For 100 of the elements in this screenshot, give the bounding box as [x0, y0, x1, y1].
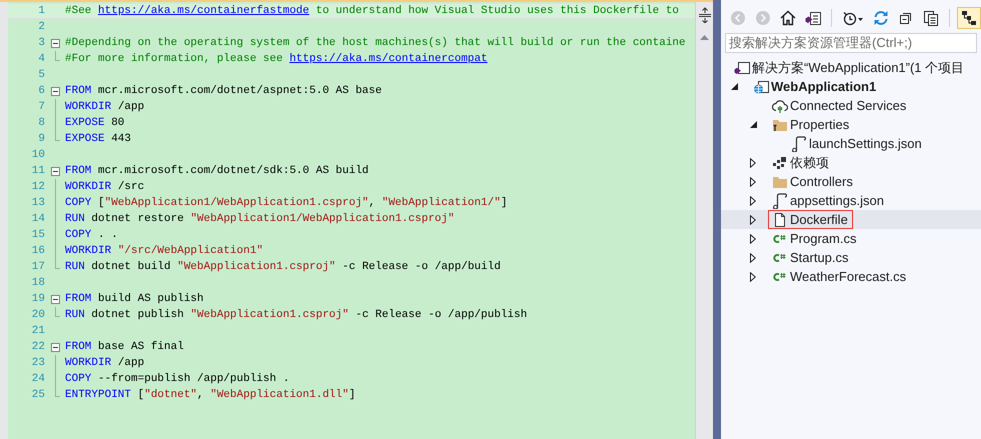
line-number: 3 — [37, 36, 45, 51]
code-line: FROM mcr.microsoft.com/dotnet/aspnet:5.0 AS base — [65, 84, 382, 99]
line-number: 1 — [37, 4, 45, 19]
comment-line: #Depending on the operating system of the host machines(s) that will build or run the containe — [65, 36, 686, 51]
line-number: 8 — [37, 116, 45, 131]
vertical-scrollbar[interactable] — [695, 2, 714, 439]
line-number: 24 — [30, 372, 45, 387]
collapsed-arrow-icon[interactable] — [750, 272, 756, 282]
tree-item-label: Properties — [790, 116, 850, 134]
csharp-glyph-icon — [772, 234, 786, 244]
collapsed-arrow-icon[interactable] — [750, 196, 756, 206]
line-number: 11 — [30, 164, 45, 179]
line-number: 18 — [30, 276, 45, 291]
line-number: 21 — [30, 324, 45, 339]
solution-icon — [734, 60, 750, 76]
collapse-all-icon[interactable] — [898, 10, 914, 26]
solution-icon[interactable] — [805, 10, 821, 26]
line-number: 25 — [30, 388, 45, 403]
tree-item-label: Controllers — [790, 172, 853, 191]
line-number: 22 — [30, 340, 45, 355]
line-number: 7 — [37, 100, 45, 115]
tree-item[interactable]: WeatherForecast.cs — [721, 267, 981, 286]
collapse-icon[interactable] — [50, 294, 60, 304]
code-line: RUN dotnet build "WebApplication1.csproj" -c Release -o /app/build — [65, 260, 501, 275]
csharp-glyph-icon — [772, 252, 786, 262]
line-number: 15 — [30, 228, 45, 243]
split-icon[interactable] — [698, 7, 712, 23]
line-number: 12 — [30, 180, 45, 195]
tree-item[interactable]: 依赖项 — [721, 153, 981, 172]
tree-item-label: Program.cs — [790, 230, 856, 248]
code-line: RUN dotnet restore "WebApplication1/WebApplication1.csproj" — [65, 212, 454, 227]
tree-item[interactable]: launchSettings.json — [721, 134, 981, 153]
collapsed-arrow-icon[interactable] — [750, 252, 756, 262]
web-project-icon — [753, 78, 769, 94]
collapsed-arrow-icon[interactable] — [750, 234, 756, 244]
expanded-arrow-icon[interactable] — [731, 83, 738, 90]
toggle-button[interactable] — [957, 7, 981, 29]
link[interactable]: https://aka.ms/containercompat — [289, 53, 488, 65]
code-line: COPY --from=publish /app/publish . — [65, 372, 290, 387]
line-number: 9 — [37, 132, 45, 147]
script-file-icon — [791, 136, 807, 152]
tree-item[interactable]: Properties — [721, 115, 981, 134]
tree-item-label: 依赖项 — [790, 154, 829, 172]
comment-line: #See https://aka.ms/containerfastmode to understand how Visual Studio uses this Dockerfile to — [65, 4, 679, 19]
line-number: 10 — [30, 148, 45, 163]
cloud-plug-icon — [772, 98, 788, 114]
tree-item-label: Startup.cs — [790, 248, 849, 267]
tree-view-icon[interactable] — [961, 10, 977, 26]
search-field[interactable]: 搜索解决方案资源管理器(Ctrl+;) — [725, 33, 977, 53]
line-number: 23 — [30, 356, 45, 371]
code-line: WORKDIR /src — [65, 180, 144, 195]
code-line: WORKDIR "/src/WebApplication1" — [65, 244, 264, 259]
line-number: 13 — [30, 196, 45, 211]
home-icon[interactable] — [780, 10, 796, 26]
tree-item[interactable]: Startup.cs — [721, 248, 981, 267]
line-number: 4 — [37, 52, 45, 67]
expanded-arrow-icon[interactable] — [750, 121, 757, 128]
code-line: COPY . . — [65, 228, 118, 243]
collapsed-arrow-icon[interactable] — [750, 158, 756, 168]
code-line: WORKDIR /app — [65, 356, 144, 371]
code-line: ENTRYPOINT ["dotnet", "WebApplication1.dll"] — [65, 388, 356, 403]
dependency-blocks-icon — [772, 154, 788, 170]
comment-line: #For more information, please see https://aka.ms/containercompat — [65, 52, 488, 67]
tree-item-label: launchSettings.json — [809, 134, 922, 153]
collapsed-arrow-icon[interactable] — [750, 214, 756, 224]
history-icon[interactable] — [842, 10, 864, 26]
tree-item[interactable]: Controllers — [721, 172, 981, 191]
code-editor[interactable] — [0, 0, 714, 439]
code-line: FROM base AS final — [65, 340, 184, 355]
line-number: 19 — [30, 292, 45, 307]
tree-item[interactable]: Dockerfile — [721, 210, 981, 229]
line-number: 20 — [30, 308, 45, 323]
tree-item-label: Connected Services — [790, 96, 906, 115]
tree-item-label: WeatherForecast.cs — [790, 268, 906, 286]
tree-item[interactable]: Program.cs — [721, 229, 981, 248]
code-line: EXPOSE 443 — [65, 132, 132, 147]
tree-item[interactable]: WebApplication1 — [721, 77, 981, 96]
tree-item[interactable]: appsettings.json — [721, 191, 981, 210]
sync-icon[interactable] — [873, 10, 889, 26]
collapse-icon[interactable] — [50, 38, 60, 48]
collapse-icon[interactable] — [50, 342, 60, 352]
line-number: 2 — [37, 20, 45, 35]
code-line: WORKDIR /app — [65, 100, 144, 115]
tree-item-label: appsettings.json — [790, 192, 884, 210]
code-line: COPY ["WebApplication1/WebApplication1.csproj", "WebApplication1/"] — [65, 196, 508, 211]
collapse-icon[interactable] — [50, 166, 60, 176]
line-number: 14 — [30, 212, 45, 227]
csharp-glyph-icon — [772, 272, 786, 282]
collapsed-arrow-icon[interactable] — [750, 176, 756, 186]
copy-icon[interactable] — [923, 10, 939, 26]
scroll-up-icon[interactable] — [700, 35, 710, 40]
code-line: EXPOSE 80 — [65, 116, 124, 131]
collapse-icon[interactable] — [50, 86, 60, 96]
tree-item[interactable]: 解决方案“WebApplication1”(1 个项目 — [720, 58, 981, 77]
tree-item[interactable]: Connected Services — [721, 96, 981, 115]
code-line: FROM build AS publish — [65, 292, 204, 307]
link[interactable]: https://aka.ms/containerfastmode — [98, 5, 310, 17]
line-number: 17 — [30, 260, 45, 275]
line-number: 6 — [37, 84, 45, 99]
code-line: RUN dotnet publish "WebApplication1.csproj" -c Release -o /app/publish — [65, 308, 528, 323]
